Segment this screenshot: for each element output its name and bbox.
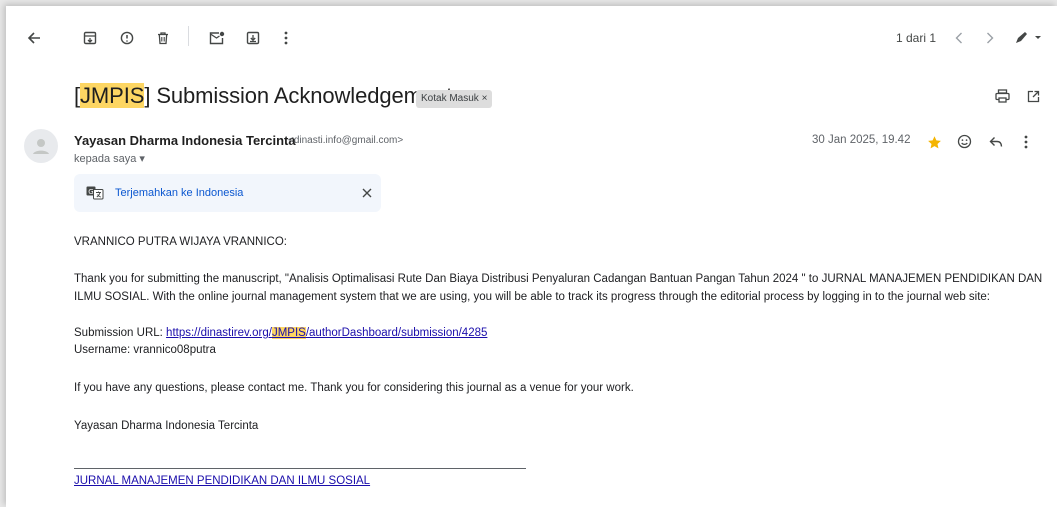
subject-highlight: JMPIS xyxy=(80,83,145,108)
email-view: 1 dari 1 [JMPIS] Submission Acknowledgem… xyxy=(6,6,1057,507)
delete-icon[interactable] xyxy=(153,28,173,48)
avatar[interactable] xyxy=(24,129,58,163)
inbox-label-chip[interactable]: Kotak Masuk × xyxy=(416,90,493,108)
questions-line: If you have any questions, please contac… xyxy=(74,382,634,394)
reply-icon[interactable] xyxy=(986,132,1006,152)
translate-link[interactable]: Terjemahkan ke Indonesia xyxy=(115,187,243,199)
chevron-right-icon[interactable] xyxy=(981,29,999,47)
email-subject: [JMPIS] Submission Acknowledgement xyxy=(74,83,452,109)
pen-dropdown-icon[interactable] xyxy=(1011,28,1045,48)
sender-email: <dinasti.info@gmail.com> xyxy=(288,135,404,146)
sender-name[interactable]: Yayasan Dharma Indonesia Tercinta xyxy=(74,133,296,148)
translate-icon: G xyxy=(86,185,104,201)
toolbar-divider xyxy=(188,26,189,46)
url-suffix: /authorDashboard/submission/4285 xyxy=(305,327,488,339)
translate-bar: G Terjemahkan ke Indonesia xyxy=(74,174,381,212)
subject-text: ] Submission Acknowledgement xyxy=(144,83,453,108)
message-more-icon[interactable] xyxy=(1016,132,1036,152)
star-icon[interactable] xyxy=(924,132,944,152)
archive-icon[interactable] xyxy=(80,28,100,48)
emoji-reaction-icon[interactable] xyxy=(954,131,974,151)
move-to-icon[interactable] xyxy=(243,28,263,48)
recipient-details-toggle[interactable]: kepada saya ▾ xyxy=(74,152,145,165)
signature-divider xyxy=(74,468,526,469)
mark-unread-icon[interactable] xyxy=(207,28,227,48)
email-date: 30 Jan 2025, 19.42 xyxy=(812,134,911,146)
open-new-window-icon[interactable] xyxy=(1023,86,1043,106)
print-icon[interactable] xyxy=(992,86,1012,106)
back-arrow-icon[interactable] xyxy=(24,28,44,48)
url-highlight: JMPIS xyxy=(271,327,306,339)
close-icon[interactable] xyxy=(360,186,374,200)
pager-count: 1 dari 1 xyxy=(896,31,937,45)
body-paragraph: Thank you for submitting the manuscript,… xyxy=(74,273,1043,303)
submission-url-label: Submission URL: xyxy=(74,327,167,339)
toolbar: 1 dari 1 xyxy=(6,6,1057,66)
submission-url-link[interactable]: https://dinastirev.org/JMPIS/authorDashb… xyxy=(166,327,487,339)
journal-link[interactable]: JURNAL MANAJEMEN PENDIDIKAN DAN ILMU SOS… xyxy=(74,472,370,490)
greeting: VRANNICO PUTRA WIJAYA VRANNICO: xyxy=(74,236,287,248)
chevron-left-icon[interactable] xyxy=(950,29,968,47)
more-vertical-icon[interactable] xyxy=(276,28,296,48)
submission-url-line: Submission URL: https://dinastirev.org/J… xyxy=(74,324,487,342)
username-line: Username: vrannico08putra xyxy=(74,344,216,356)
svg-text:G: G xyxy=(88,188,93,196)
report-spam-icon[interactable] xyxy=(117,28,137,48)
url-prefix: https://dinastirev.org/ xyxy=(166,327,272,339)
signoff: Yayasan Dharma Indonesia Tercinta xyxy=(74,420,259,432)
